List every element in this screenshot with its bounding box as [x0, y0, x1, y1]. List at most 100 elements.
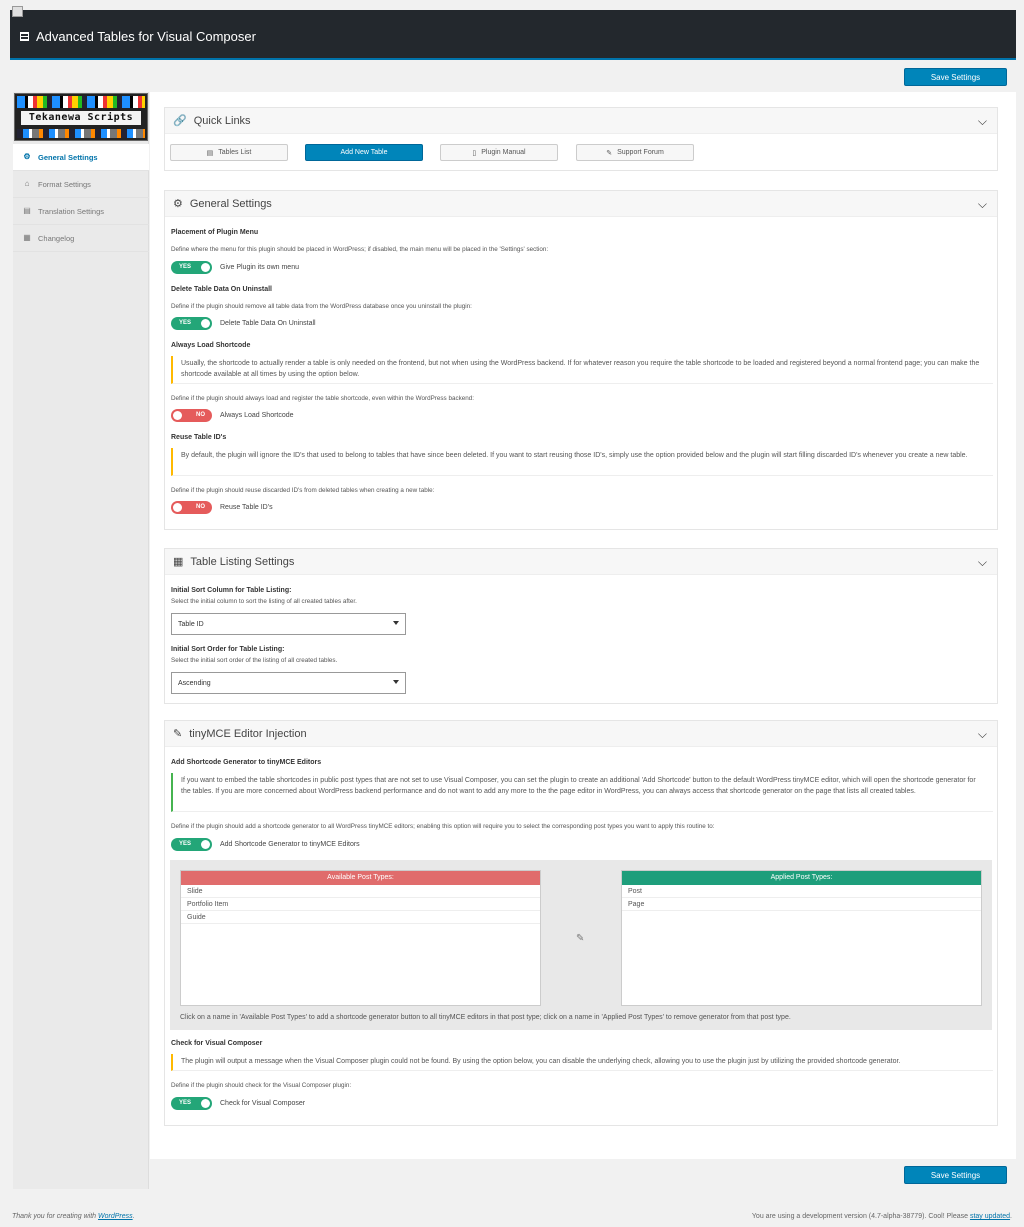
tinymce-header[interactable]: ✎ tinyMCE Editor Injection ⌵	[165, 721, 997, 747]
shortcode-generator-toggle[interactable]: YES	[171, 838, 212, 851]
footer-left-prefix: Thank you for creating with	[12, 1213, 98, 1220]
shortcode-generator-desc: Define if the plugin should add a shortc…	[171, 823, 715, 830]
footer-right-suffix: .	[1010, 1213, 1012, 1220]
sidebar-item-general-settings[interactable]: ⚙ General Settings	[13, 144, 149, 171]
toggle-state: YES	[179, 320, 192, 326]
delete-label: Delete Table Data On Uninstall	[171, 286, 273, 293]
add-new-table-button[interactable]: Add New Table	[305, 144, 423, 161]
support-forum-button[interactable]: ✎ Support Forum	[576, 144, 694, 161]
button-label: Support Forum	[617, 149, 664, 156]
home-icon: ⌂	[24, 179, 30, 188]
toggle-state: YES	[179, 1100, 192, 1106]
check-vc-toggle-label: Check for Visual Composer	[220, 1100, 306, 1107]
check-vc-toggle[interactable]: YES	[171, 1097, 212, 1110]
chevron-down-icon[interactable]: ⌵	[978, 555, 987, 570]
delete-toggle[interactable]: YES	[171, 317, 212, 330]
save-settings-button-bottom[interactable]: Save Settings	[904, 1166, 1007, 1184]
stay-updated-link[interactable]: stay updated	[970, 1213, 1010, 1220]
footer-left-suffix: .	[132, 1213, 135, 1220]
quick-links-header[interactable]: 🔗 Quick Links ⌵	[165, 108, 997, 134]
shortcode-generator-label: Add Shortcode Generator to tinyMCE Edito…	[171, 759, 322, 766]
gear-icon: ⚙	[173, 198, 183, 210]
table-listing-header[interactable]: ▦ Table Listing Settings ⌵	[165, 549, 997, 575]
delete-desc: Define if the plugin should remove all t…	[171, 303, 472, 310]
sort-column-select[interactable]: Table ID	[171, 613, 406, 635]
gear-icon: ⚙	[23, 152, 31, 161]
always-load-toggle[interactable]: NO	[171, 409, 212, 422]
translate-icon: ▤	[23, 206, 31, 215]
toggle-knob	[201, 263, 210, 272]
logo-stripes	[17, 96, 145, 108]
general-settings-title: General Settings	[189, 197, 272, 210]
list-item[interactable]: Page	[622, 898, 981, 911]
footer-right-prefix: You are using a development version (4.7…	[751, 1213, 970, 1220]
sidebar-item-label: Format Settings	[38, 179, 91, 189]
plugin-manual-button[interactable]: ▯ Plugin Manual	[440, 144, 558, 161]
tinymce-title: tinyMCE Editor Injection	[189, 727, 307, 740]
check-vc-note: The plugin will output a message when th…	[171, 1054, 993, 1071]
applied-post-types-header: Applied Post Types:	[622, 871, 981, 885]
button-label: Add New Table	[340, 149, 388, 156]
list-icon: ▤	[206, 149, 214, 157]
table-icon: ▦	[173, 556, 184, 568]
reuse-ids-label: Reuse Table ID's	[171, 434, 227, 441]
tables-list-button[interactable]: ▤ Tables List	[170, 144, 288, 161]
quick-links-panel: 🔗 Quick Links ⌵	[164, 107, 998, 171]
sidebar: Tekanewa Scripts ⚙ General Settings ⌂ Fo…	[13, 92, 149, 1189]
table-icon	[20, 32, 29, 41]
general-settings-header[interactable]: ⚙ General Settings ⌵	[165, 191, 997, 217]
available-post-types-list: Available Post Types: Slide Portfolio It…	[180, 870, 541, 1006]
wordpress-link[interactable]: WordPress	[98, 1213, 133, 1220]
post-types-help: Click on a name in 'Available Post Types…	[180, 1014, 791, 1021]
toggle-state: YES	[179, 841, 192, 847]
list-item[interactable]: Guide	[181, 911, 540, 924]
sort-column-label: Initial Sort Column for Table Listing:	[171, 587, 292, 594]
sort-order-desc: Select the initial sort order of the lis…	[171, 657, 338, 664]
list-item[interactable]: Portfolio Item	[181, 898, 540, 911]
sort-column-desc: Select the initial column to sort the li…	[171, 598, 357, 605]
sidebar-item-translation-settings[interactable]: ▤ Translation Settings	[13, 198, 149, 225]
dropdown-arrow-icon	[393, 680, 399, 684]
toggle-knob	[173, 503, 182, 512]
transfer-icon: ✎	[576, 933, 585, 944]
always-load-toggle-label: Always Load Shortcode	[220, 412, 294, 419]
chevron-down-icon[interactable]: ⌵	[978, 114, 987, 129]
footer-left: Thank you for creating with WordPress.	[12, 1213, 135, 1220]
sidebar-item-label: Changelog	[38, 233, 75, 243]
logo: Tekanewa Scripts	[14, 93, 148, 141]
available-post-types-header: Available Post Types:	[181, 871, 540, 885]
save-settings-button-top[interactable]: Save Settings	[904, 68, 1007, 86]
toggle-state: YES	[179, 264, 192, 270]
chevron-down-icon[interactable]: ⌵	[978, 197, 987, 212]
sidebar-item-label: General Settings	[38, 152, 98, 162]
logo-stripes-bottom	[17, 129, 145, 138]
select-value: Ascending	[178, 679, 211, 687]
always-load-label: Always Load Shortcode	[171, 342, 251, 349]
sidebar-item-changelog[interactable]: ▦ Changelog	[13, 225, 149, 252]
toggle-state: NO	[196, 412, 205, 418]
applied-post-types-list: Applied Post Types: Post Page	[621, 870, 982, 1006]
placement-toggle-label: Give Plugin its own menu	[220, 264, 299, 271]
delete-toggle-label: Delete Table Data On Uninstall	[220, 320, 316, 327]
admin-header: Advanced Tables for Visual Composer	[10, 10, 1016, 60]
placement-toggle[interactable]: YES	[171, 261, 212, 274]
reuse-ids-toggle[interactable]: NO	[171, 501, 212, 514]
table-listing-title: Table Listing Settings	[190, 555, 295, 568]
select-value: Table ID	[178, 620, 204, 628]
sidebar-item-label: Translation Settings	[38, 206, 105, 216]
reuse-ids-desc: Define if the plugin should reuse discar…	[171, 487, 435, 494]
button-label: Plugin Manual	[481, 149, 526, 156]
pencil-icon: ✎	[173, 728, 183, 740]
chevron-down-icon[interactable]: ⌵	[978, 727, 987, 742]
sidebar-item-format-settings[interactable]: ⌂ Format Settings	[13, 171, 149, 198]
collapse-menu-icon[interactable]	[12, 6, 23, 17]
list-item[interactable]: Slide	[181, 885, 540, 898]
sidebar-nav: ⚙ General Settings ⌂ Format Settings ▤ T…	[13, 144, 149, 252]
document-icon: ▯	[472, 149, 477, 157]
app-title: Advanced Tables for Visual Composer	[36, 29, 256, 44]
dropdown-arrow-icon	[393, 621, 399, 625]
sort-order-select[interactable]: Ascending	[171, 672, 406, 694]
link-icon: 🔗	[173, 115, 187, 127]
list-item[interactable]: Post	[622, 885, 981, 898]
placement-label: Placement of Plugin Menu	[171, 229, 259, 236]
